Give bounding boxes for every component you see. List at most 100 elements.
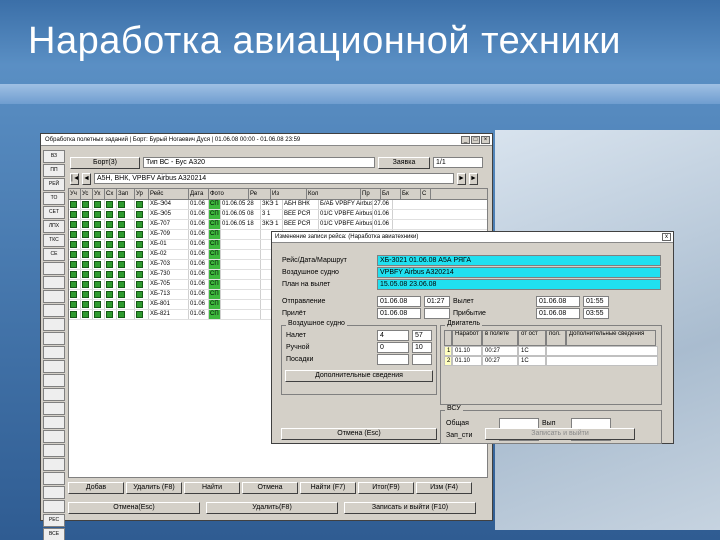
status-check-icon[interactable]	[136, 261, 143, 268]
aircraft-hours-field[interactable]	[377, 354, 409, 365]
bottom-button[interactable]: Отмена	[242, 482, 298, 494]
status-check-icon[interactable]	[118, 291, 125, 298]
status-check-icon[interactable]	[136, 301, 143, 308]
toolbar-button[interactable]	[43, 402, 65, 415]
status-check-icon[interactable]	[136, 201, 143, 208]
status-check-icon[interactable]	[82, 251, 89, 258]
status-check-icon[interactable]	[94, 271, 101, 278]
aircraft-minutes-field[interactable]: 10	[412, 342, 432, 353]
toolbar-button[interactable]	[43, 486, 65, 499]
status-check-icon[interactable]	[118, 211, 125, 218]
request-button[interactable]: Заявка	[378, 156, 430, 169]
status-check-icon[interactable]	[70, 211, 77, 218]
status-check-icon[interactable]	[94, 311, 101, 318]
grid-column-header[interactable]: Ух	[93, 189, 105, 199]
toolbar-button[interactable]	[43, 318, 65, 331]
status-check-icon[interactable]	[136, 281, 143, 288]
toolbar-button[interactable]	[43, 430, 65, 443]
toolbar-button[interactable]	[43, 360, 65, 373]
status-check-icon[interactable]	[118, 271, 125, 278]
aircraft-nav-field[interactable]: А5Н, ВНК, VPBFV Airbus A320214	[94, 173, 454, 184]
dialog-close-icon[interactable]: x	[662, 233, 671, 241]
nav-prev-icon[interactable]: ◄	[82, 172, 91, 185]
status-check-icon[interactable]	[136, 271, 143, 278]
status-check-icon[interactable]	[82, 261, 89, 268]
time-date-field[interactable]: 01.06.08	[377, 308, 421, 319]
toolbar-button[interactable]	[43, 472, 65, 485]
status-check-icon[interactable]	[94, 241, 101, 248]
engine-row[interactable]: 2 01.10 00:27 1С	[444, 356, 658, 366]
status-check-icon[interactable]	[106, 291, 113, 298]
engine-row[interactable]: 1 01.10 00:27 1С	[444, 346, 658, 356]
engine-cell[interactable]: 00:27	[482, 356, 518, 366]
status-check-icon[interactable]	[70, 301, 77, 308]
status-check-icon[interactable]	[82, 291, 89, 298]
bottom-button[interactable]: Найти (F7)	[300, 482, 356, 494]
toolbar-button[interactable]: ВЗ	[43, 150, 65, 163]
bottom-button[interactable]: Добав	[68, 482, 124, 494]
status-check-icon[interactable]	[94, 231, 101, 238]
toolbar-button[interactable]: ТО	[43, 192, 65, 205]
time-field[interactable]: 03:55	[583, 308, 609, 319]
engine-cell[interactable]: 1С	[518, 356, 546, 366]
status-check-icon[interactable]	[70, 251, 77, 258]
toolbar-button[interactable]: РЕЙ	[43, 178, 65, 191]
grid-column-header[interactable]: Кол	[307, 189, 361, 199]
aircraft-minutes-field[interactable]: 57	[412, 330, 432, 341]
info-value[interactable]: VPBFY Airbus A320214	[377, 267, 661, 278]
engine-cell[interactable]	[546, 356, 658, 366]
extra-info-button[interactable]: Дополнительные сведения	[285, 370, 433, 382]
status-check-icon[interactable]	[106, 311, 113, 318]
bort-button[interactable]: Борт(3)	[70, 156, 140, 169]
status-check-icon[interactable]	[118, 301, 125, 308]
status-check-icon[interactable]	[94, 251, 101, 258]
nav-next-icon[interactable]: ►	[457, 172, 466, 185]
grid-column-header[interactable]: Ре	[249, 189, 271, 199]
info-value[interactable]: 15.05.08 23.06.08	[377, 279, 661, 290]
status-check-icon[interactable]	[136, 241, 143, 248]
table-row[interactable]: ХБ-Э04 01.06 СП 01.06.05 28 ЗКЭ 1 АБН ВНК Б/АБ…	[69, 200, 487, 210]
toolbar-button[interactable]	[43, 500, 65, 513]
engine-cell[interactable]: 00:27	[482, 346, 518, 356]
status-check-icon[interactable]	[136, 211, 143, 218]
toolbar-button[interactable]	[43, 276, 65, 289]
bottom-button[interactable]: Удалить (F8)	[126, 482, 182, 494]
status-check-icon[interactable]	[94, 221, 101, 228]
grid-column-header[interactable]: Фото	[209, 189, 249, 199]
table-row[interactable]: ХБ-Э05 01.06 СП 01.06.05 08 3 1 ВЕЕ РСЯ 01/С V…	[69, 210, 487, 220]
status-check-icon[interactable]	[94, 211, 101, 218]
status-check-icon[interactable]	[82, 281, 89, 288]
grid-column-header[interactable]: Бк	[401, 189, 421, 199]
close-icon[interactable]: ×	[481, 135, 490, 144]
aircraft-type-field[interactable]: Тип ВС - Бус А320	[143, 157, 375, 168]
dialog-save-button[interactable]: Записать и выйти	[485, 428, 635, 440]
status-check-icon[interactable]	[82, 301, 89, 308]
grid-column-header[interactable]: Сх	[105, 189, 117, 199]
bottom-button[interactable]: Отмена(Esc)	[68, 502, 200, 514]
toolbar-button[interactable]	[43, 444, 65, 457]
status-check-icon[interactable]	[94, 301, 101, 308]
status-check-icon[interactable]	[118, 231, 125, 238]
status-check-icon[interactable]	[82, 211, 89, 218]
status-check-icon[interactable]	[82, 241, 89, 248]
status-check-icon[interactable]	[82, 231, 89, 238]
time-date-field[interactable]: 01.06.08	[536, 296, 580, 307]
dialog-cancel-button[interactable]: Отмена (Esc)	[281, 428, 437, 440]
status-check-icon[interactable]	[106, 231, 113, 238]
status-check-icon[interactable]	[118, 251, 125, 258]
status-check-icon[interactable]	[106, 281, 113, 288]
bottom-button[interactable]: Записать и выйти (F10)	[344, 502, 476, 514]
status-check-icon[interactable]	[94, 291, 101, 298]
status-check-icon[interactable]	[118, 221, 125, 228]
status-check-icon[interactable]	[94, 281, 101, 288]
status-check-icon[interactable]	[70, 291, 77, 298]
status-check-icon[interactable]	[82, 271, 89, 278]
status-check-icon[interactable]	[106, 221, 113, 228]
status-check-icon[interactable]	[70, 271, 77, 278]
status-check-icon[interactable]	[106, 271, 113, 278]
bottom-button[interactable]: Итог(F9)	[358, 482, 414, 494]
nav-last-icon[interactable]: ►|	[469, 172, 478, 185]
status-check-icon[interactable]	[82, 221, 89, 228]
aircraft-hours-field[interactable]: 0	[377, 342, 409, 353]
toolbar-button[interactable]	[43, 416, 65, 429]
